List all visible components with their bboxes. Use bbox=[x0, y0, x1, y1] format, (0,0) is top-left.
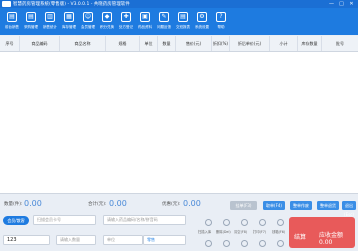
close-button[interactable]: ✕ bbox=[347, 0, 356, 8]
total-label: 合计(元): bbox=[88, 202, 107, 207]
hold-order-button[interactable]: 挂单(F3) bbox=[230, 201, 257, 210]
member-card-input[interactable]: 扫描会员卡号 bbox=[33, 215, 96, 225]
more-icon-1[interactable] bbox=[205, 240, 212, 247]
col-stock[interactable]: 库存数量 bbox=[298, 36, 322, 51]
mode-select[interactable]: 零售 bbox=[143, 235, 186, 245]
tool-feedback[interactable]: ✎ 问题反馈 bbox=[157, 10, 171, 34]
window-title: 智慧药房管理系统(零售版) - V3.0.0.1 - 共晓药房管理软件 bbox=[13, 2, 130, 7]
help-icon: ? bbox=[216, 12, 226, 22]
member-icon: ☺ bbox=[83, 12, 93, 22]
discount-value: 0.00 bbox=[183, 199, 201, 208]
tool-purchase[interactable]: ▤ 采购管理 bbox=[24, 10, 38, 34]
sales-grid[interactable]: 序号 商品编码 商品名称 规格 单位 数量 售价(元) 折扣(%) 折后单价(元… bbox=[0, 36, 358, 194]
more-icon-5[interactable] bbox=[277, 240, 284, 247]
clear-icon[interactable] bbox=[241, 219, 248, 226]
purchase-icon: ▤ bbox=[26, 12, 36, 22]
inventory-icon: ▦ bbox=[64, 12, 74, 22]
minimize-button[interactable]: — bbox=[327, 0, 336, 8]
quantity-input-2[interactable]: 请输入数量 bbox=[56, 235, 96, 245]
cart-icon: ▤ bbox=[7, 12, 17, 22]
tool-member[interactable]: ☺ 会员管理 bbox=[81, 10, 95, 34]
member-tag[interactable]: 会员/散客 bbox=[3, 216, 29, 225]
tool-settings[interactable]: ⚙ 系统设置 bbox=[195, 10, 209, 34]
col-price[interactable]: 售价(元) bbox=[176, 36, 212, 51]
chart-icon: ▥ bbox=[45, 12, 55, 22]
receivable-value: 0.00 bbox=[319, 239, 333, 246]
discount-label: 优惠(元): bbox=[162, 202, 181, 207]
scan-label: 扫描入库 bbox=[198, 230, 212, 234]
cashbox-icon[interactable] bbox=[277, 219, 284, 226]
tool-prescription[interactable]: ✚ 处方登记 bbox=[119, 10, 133, 34]
count-label: 数量(件): bbox=[4, 202, 23, 207]
clear-label: 清空(F8) bbox=[234, 230, 248, 234]
title-bar: 智慧药房管理系统(零售版) - V3.0.0.1 - 共晓药房管理软件 — □ … bbox=[0, 0, 358, 8]
col-net-price[interactable]: 折后单价(元) bbox=[230, 36, 270, 51]
tool-points[interactable]: ◆ 积分兑换 bbox=[100, 10, 114, 34]
cashbox-label: 钱箱(F6) bbox=[272, 230, 286, 234]
checkout-label: 结算 bbox=[294, 234, 307, 241]
delete-label: 删除(Del) bbox=[216, 230, 231, 234]
total-value: 0.00 bbox=[109, 199, 127, 208]
tool-sales[interactable]: ▤ 前台销售 bbox=[5, 10, 19, 34]
drug-search-input[interactable]: 请输入药品编码/名称/拼音码 bbox=[103, 215, 186, 225]
col-discount[interactable]: 折扣(%) bbox=[212, 36, 230, 51]
unit-select[interactable]: 单位 bbox=[103, 235, 143, 245]
col-code[interactable]: 商品编码 bbox=[20, 36, 60, 51]
delete-icon[interactable] bbox=[223, 219, 230, 226]
quantity-value: 123 bbox=[7, 237, 17, 243]
app-logo bbox=[2, 1, 11, 7]
toolbar: ▤ 前台销售 ▤ 采购管理 ▥ 销售统计 ▦ 库存管理 ☺ 会员管理 ◆ 积分兑换 ✚ 处方登… bbox=[0, 8, 358, 35]
tool-inventory[interactable]: ▦ 库存管理 bbox=[62, 10, 76, 34]
tool-help[interactable]: ? 帮助 bbox=[214, 10, 228, 34]
totals-bar: 数量(件): 0.00 合计(元): 0.00 优惠(元): 0.00 挂单(F… bbox=[0, 198, 358, 217]
col-unit[interactable]: 单位 bbox=[140, 36, 158, 51]
more-icon-2[interactable] bbox=[223, 240, 230, 247]
col-qty[interactable]: 数量 bbox=[158, 36, 176, 51]
col-index[interactable]: 序号 bbox=[0, 36, 20, 51]
col-subtotal[interactable]: 小计 bbox=[270, 36, 298, 51]
tool-stats[interactable]: ▥ 销售统计 bbox=[43, 10, 57, 34]
col-spec[interactable]: 规格 bbox=[106, 36, 140, 51]
void-order-button[interactable]: 整单作废 bbox=[290, 201, 312, 210]
tool-report[interactable]: ▤ 交班报表 bbox=[176, 10, 190, 34]
quantity-input[interactable]: 123 bbox=[3, 235, 50, 245]
drug-icon: ▣ bbox=[140, 12, 150, 22]
grid-header: 序号 商品编码 商品名称 规格 单位 数量 售价(元) 折扣(%) 折后单价(元… bbox=[0, 36, 358, 52]
col-name[interactable]: 商品名称 bbox=[60, 36, 106, 51]
prescription-icon: ✚ bbox=[121, 12, 131, 22]
feedback-icon: ✎ bbox=[159, 12, 169, 22]
more-icon-4[interactable] bbox=[259, 240, 266, 247]
print-label: 打印(F7) bbox=[253, 230, 267, 234]
settings-icon: ⚙ bbox=[197, 12, 207, 22]
exit-button[interactable]: 退出(Esc) bbox=[342, 201, 356, 217]
col-batch[interactable]: 批号 bbox=[322, 36, 358, 51]
checkout-button[interactable]: 结算 应收金额 0.00 bbox=[289, 217, 355, 248]
report-icon: ▤ bbox=[178, 12, 188, 22]
scan-icon[interactable] bbox=[205, 219, 212, 226]
gift-icon: ◆ bbox=[102, 12, 112, 22]
tool-drug[interactable]: ▣ 药品资料 bbox=[138, 10, 152, 34]
retrieve-order-button[interactable]: 取单(F4) bbox=[263, 201, 285, 210]
receivable-label: 应收金额 bbox=[319, 232, 344, 239]
more-icon-3[interactable] bbox=[241, 240, 248, 247]
maximize-button[interactable]: □ bbox=[337, 0, 346, 8]
return-order-button[interactable]: 整单退货 bbox=[317, 201, 339, 210]
count-value: 0.00 bbox=[24, 199, 42, 208]
print-icon[interactable] bbox=[259, 219, 266, 226]
